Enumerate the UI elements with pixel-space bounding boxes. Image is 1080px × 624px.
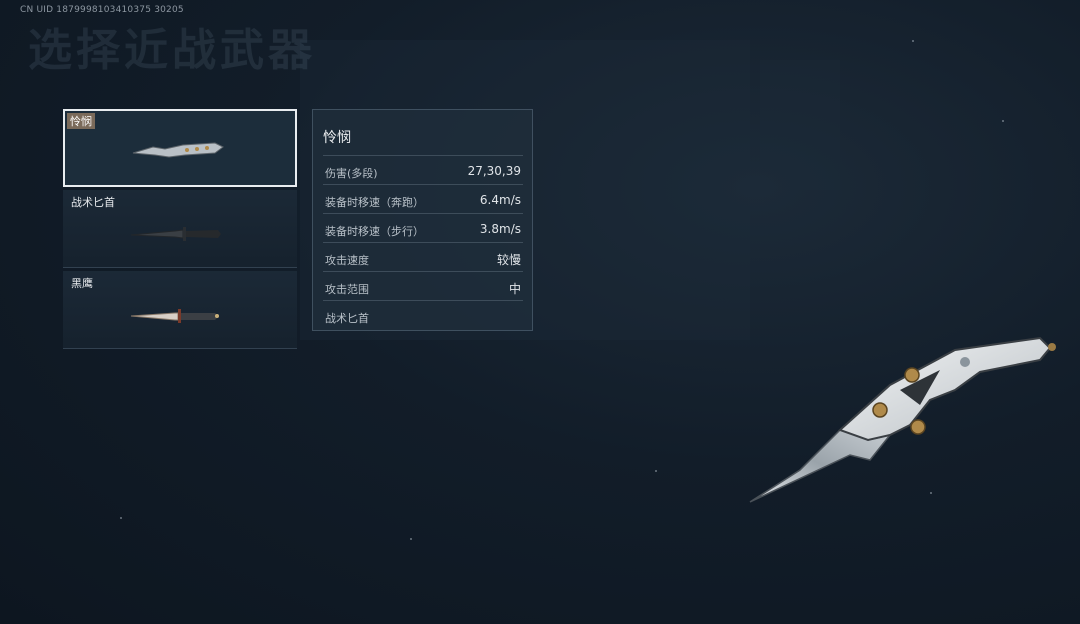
page-title: 选择近战武器 — [28, 25, 316, 76]
karambit-knife-icon — [132, 142, 224, 158]
stat-value: 较慢 — [496, 253, 521, 267]
weapon-name: 怜悯 — [67, 113, 95, 129]
stat-value: 3.8m/s — [479, 222, 521, 236]
weapon-list: 怜悯 战术匕首 黑鹰 — [63, 109, 297, 352]
stat-name: 攻击速度 — [325, 254, 369, 267]
weapon-detail-panel: 怜悯 伤害(多段) 27,30,39 装备时移速（奔跑） 6.4m/s 装备时移… — [312, 109, 533, 331]
black-hawk-knife-icon — [130, 309, 219, 323]
stat-row: 攻击速度 较慢 — [323, 242, 523, 272]
stat-value: 27,30,39 — [467, 164, 521, 178]
weapon-card-black-hawk[interactable]: 黑鹰 — [63, 271, 297, 349]
weapon-card-tactical-dagger[interactable]: 战术匕首 — [63, 190, 297, 268]
stat-name: 攻击范围 — [325, 283, 369, 296]
background-star — [912, 40, 914, 42]
background-star — [655, 470, 657, 472]
stat-name: 战术匕首 — [325, 312, 369, 325]
detail-title: 怜悯 — [323, 130, 351, 146]
stat-row: 攻击范围 中 — [323, 271, 523, 301]
background-star — [120, 517, 122, 519]
weapon-name: 战术匕首 — [71, 196, 115, 209]
stat-row: 伤害(多段) 27,30,39 — [323, 155, 523, 185]
stat-row: 战术匕首 — [323, 300, 523, 330]
tactical-knife-icon — [130, 227, 221, 241]
stat-row: 装备时移速（步行） 3.8m/s — [323, 213, 523, 243]
weapon-card-mercy[interactable]: 怜悯 — [63, 109, 297, 187]
stat-name: 装备时移速（步行） — [325, 225, 424, 238]
stat-name: 伤害(多段) — [325, 167, 378, 180]
background-panel — [760, 60, 840, 190]
background-star — [410, 538, 412, 540]
background-star — [1002, 120, 1004, 122]
selected-knife-preview-icon — [749, 336, 1056, 503]
stat-row: 装备时移速（奔跑） 6.4m/s — [323, 184, 523, 214]
stat-name: 装备时移速（奔跑） — [325, 196, 424, 209]
weapon-name: 黑鹰 — [71, 277, 93, 290]
stat-value: 6.4m/s — [479, 193, 521, 207]
stat-value: 中 — [508, 282, 521, 296]
